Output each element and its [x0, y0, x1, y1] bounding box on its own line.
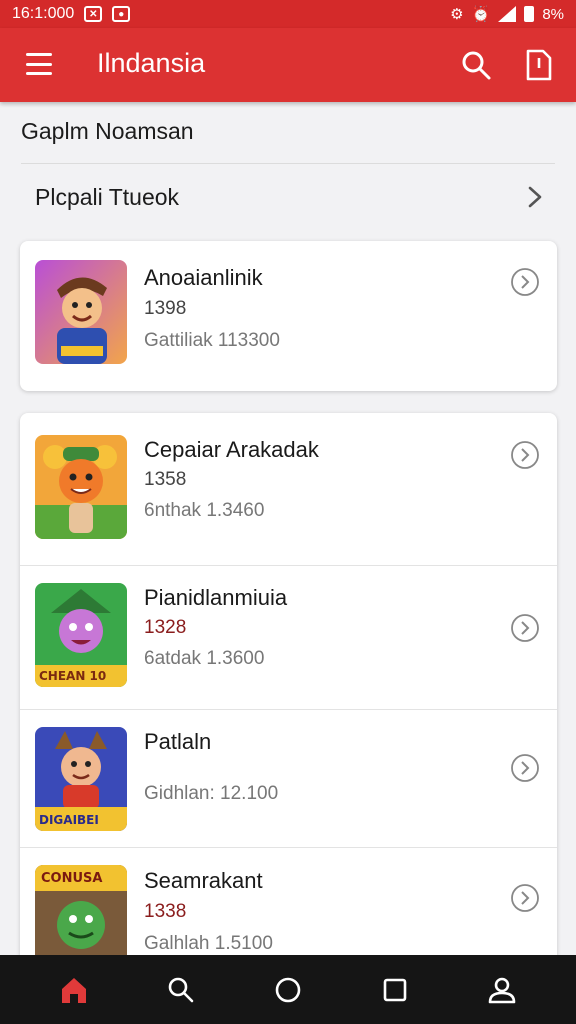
bottom-navigation: [0, 955, 576, 1024]
game-subtitle: 6atdak 1.3600: [144, 648, 265, 669]
square-icon: [383, 978, 407, 1001]
chevron-circle-icon[interactable]: [510, 440, 540, 470]
battery-level: 8%: [542, 5, 564, 23]
app-title: Ilndansia: [97, 48, 206, 78]
menu-icon[interactable]: [26, 53, 52, 75]
game-title: Anoaianlinik: [144, 265, 263, 290]
game-thumbnail: [35, 260, 127, 364]
game-rating: 1338: [144, 901, 187, 922]
game-thumbnail: [35, 435, 127, 539]
nav-search[interactable]: [161, 970, 201, 1010]
thumbnail-logo-text: CHEAN 10: [39, 669, 107, 683]
settings-status-icon: ⚙: [450, 6, 464, 23]
chevron-circle-icon[interactable]: [510, 753, 540, 783]
circle-icon: [275, 977, 301, 1002]
document-icon[interactable]: [524, 48, 554, 82]
profile-icon: [489, 977, 516, 1003]
nav-profile[interactable]: [482, 970, 522, 1010]
nav-square[interactable]: [375, 970, 415, 1010]
game-title: Pianidlanmiuia: [144, 585, 288, 610]
game-subtitle: Galhlah 1.5100: [144, 933, 273, 954]
game-title: Patlaln: [144, 729, 212, 754]
chevron-circle-icon[interactable]: [510, 613, 540, 643]
game-rating: 1358: [144, 469, 187, 490]
nav-home[interactable]: [54, 970, 94, 1010]
app-notification-icon: ●: [112, 6, 131, 22]
game-title: Cepaiar Arakadak: [144, 437, 319, 462]
nav-circle[interactable]: [268, 970, 308, 1010]
alarm-status-icon: ⏰: [471, 6, 491, 23]
game-list-item[interactable]: CHEAN 10 Pianidlanmiuia 1328 6atdak 1.36…: [20, 566, 557, 709]
status-bar: 16:1:000 ✕ ● ⚙ ⏰ 8%: [0, 0, 576, 28]
app-bar: Ilndansia: [0, 28, 576, 102]
thumbnail-logo-text: CONUSA: [41, 871, 103, 886]
game-subtitle: 6nthak 1.3460: [144, 500, 265, 521]
game-thumbnail: CHEAN 10: [35, 583, 127, 687]
status-time: 16:1:000: [12, 5, 75, 22]
game-list-item[interactable]: Cepaiar Arakadak 1358 6nthak 1.3460: [20, 413, 557, 565]
battery-icon: [524, 6, 535, 22]
wifi-icon: [498, 6, 517, 22]
game-title: Seamrakant: [144, 868, 263, 893]
game-rating: 1328: [144, 617, 187, 638]
game-list-card: Cepaiar Arakadak 1358 6nthak 1.3460 CHEA…: [20, 413, 557, 973]
category-nav-row[interactable]: Plcpali Ttueok: [21, 168, 555, 226]
game-rating: 1398: [144, 298, 187, 319]
chevron-circle-icon[interactable]: [510, 883, 540, 913]
home-icon: [61, 977, 86, 1003]
game-subtitle: Gidhlan: 12.100: [144, 783, 279, 804]
search-icon[interactable]: [460, 49, 492, 81]
featured-game-card[interactable]: Anoaianlinik 1398 Gattiliak 113300: [20, 241, 557, 391]
chevron-right-icon: [528, 186, 542, 208]
search-icon: [168, 977, 194, 1002]
notification-icon: ✕: [84, 6, 103, 22]
game-subtitle: Gattiliak 113300: [144, 330, 280, 351]
thumbnail-logo-text: DIGAIBEI: [39, 813, 99, 827]
game-list-item[interactable]: DIGAIBEI Patlaln Gidhlan: 12.100: [20, 710, 557, 847]
divider: [21, 163, 555, 164]
game-thumbnail: CONUSA: [35, 865, 127, 969]
section-title: Gaplm Noamsan: [21, 118, 194, 144]
chevron-circle-icon[interactable]: [510, 267, 540, 297]
category-nav-label: Plcpali Ttueok: [35, 184, 180, 210]
game-thumbnail: DIGAIBEI: [35, 727, 127, 831]
